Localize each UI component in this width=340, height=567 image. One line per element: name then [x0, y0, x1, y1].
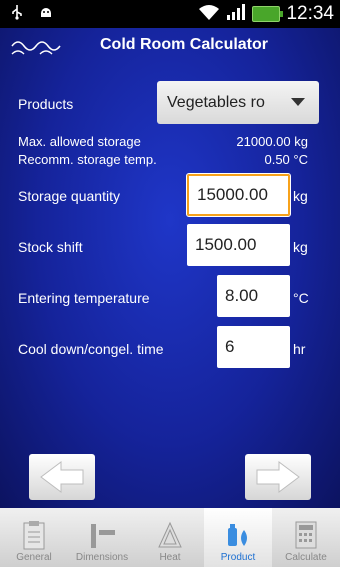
- arrow-right-icon: [256, 461, 300, 493]
- tab-general[interactable]: General: [0, 508, 68, 567]
- tab-calculate[interactable]: Calculate: [272, 508, 340, 567]
- stock-shift-label: Stock shift: [18, 239, 83, 255]
- tab-heat-label: Heat: [159, 552, 181, 563]
- header: Cold Room Calculator: [0, 28, 340, 60]
- tab-general-label: General: [16, 552, 52, 563]
- status-bar: 12:34: [0, 0, 340, 28]
- calculator-icon: [295, 521, 317, 549]
- max-storage-label: Max. allowed storage: [18, 134, 141, 149]
- tab-product-label: Product: [220, 552, 256, 563]
- clipboard-icon: [23, 521, 45, 550]
- product-icon: [228, 524, 247, 546]
- tab-heat[interactable]: Heat: [136, 508, 204, 567]
- storage-quantity-label: Storage quantity: [18, 188, 120, 204]
- entering-temperature-input[interactable]: 8.00: [217, 275, 290, 317]
- cool-down-time-unit: hr: [293, 341, 306, 357]
- brand-logo: [11, 41, 61, 55]
- products-selected: Vegetables ro: [167, 93, 265, 111]
- entering-temperature-unit: °C: [293, 290, 309, 306]
- arrow-left-icon: [40, 461, 84, 493]
- cool-down-time-label: Cool down/congel. time: [18, 341, 164, 357]
- tab-bar: General Dimensions Heat Product Calculat…: [0, 508, 340, 567]
- dimensions-icon: [91, 524, 115, 548]
- cool-down-time-input[interactable]: 6: [217, 326, 290, 368]
- tab-calculate-label: Calculate: [285, 552, 327, 563]
- storage-quantity-unit: kg: [293, 188, 308, 204]
- tab-dimensions[interactable]: Dimensions: [68, 508, 136, 567]
- stock-shift-input[interactable]: 1500.00: [187, 224, 290, 266]
- page-title: Cold Room Calculator: [100, 36, 269, 53]
- status-time: 12:34: [286, 3, 334, 24]
- usb-icon: [10, 4, 24, 24]
- tab-product[interactable]: Product: [204, 508, 272, 567]
- storage-quantity-input[interactable]: 15000.00: [186, 173, 291, 217]
- tab-dimensions-label: Dimensions: [75, 552, 129, 563]
- wifi-icon: [198, 4, 220, 25]
- app-content: Cold Room Calculator Products Vegetables…: [0, 28, 340, 508]
- signal-icon: [226, 3, 246, 25]
- stock-shift-unit: kg: [293, 239, 308, 255]
- heat-icon: [158, 521, 182, 548]
- entering-temperature-label: Entering temperature: [18, 290, 150, 306]
- android-debug-icon: [38, 4, 54, 24]
- max-storage-value: 21000.00 kg: [236, 134, 308, 149]
- products-dropdown[interactable]: Vegetables ro: [157, 81, 319, 124]
- products-label: Products: [18, 96, 74, 112]
- next-button[interactable]: [245, 454, 311, 500]
- chevron-down-icon: [291, 98, 305, 106]
- storage-temp-value: 0.50 °C: [264, 152, 308, 167]
- storage-temp-label: Recomm. storage temp.: [18, 152, 157, 167]
- battery-icon: [252, 6, 284, 22]
- previous-button[interactable]: [29, 454, 95, 500]
